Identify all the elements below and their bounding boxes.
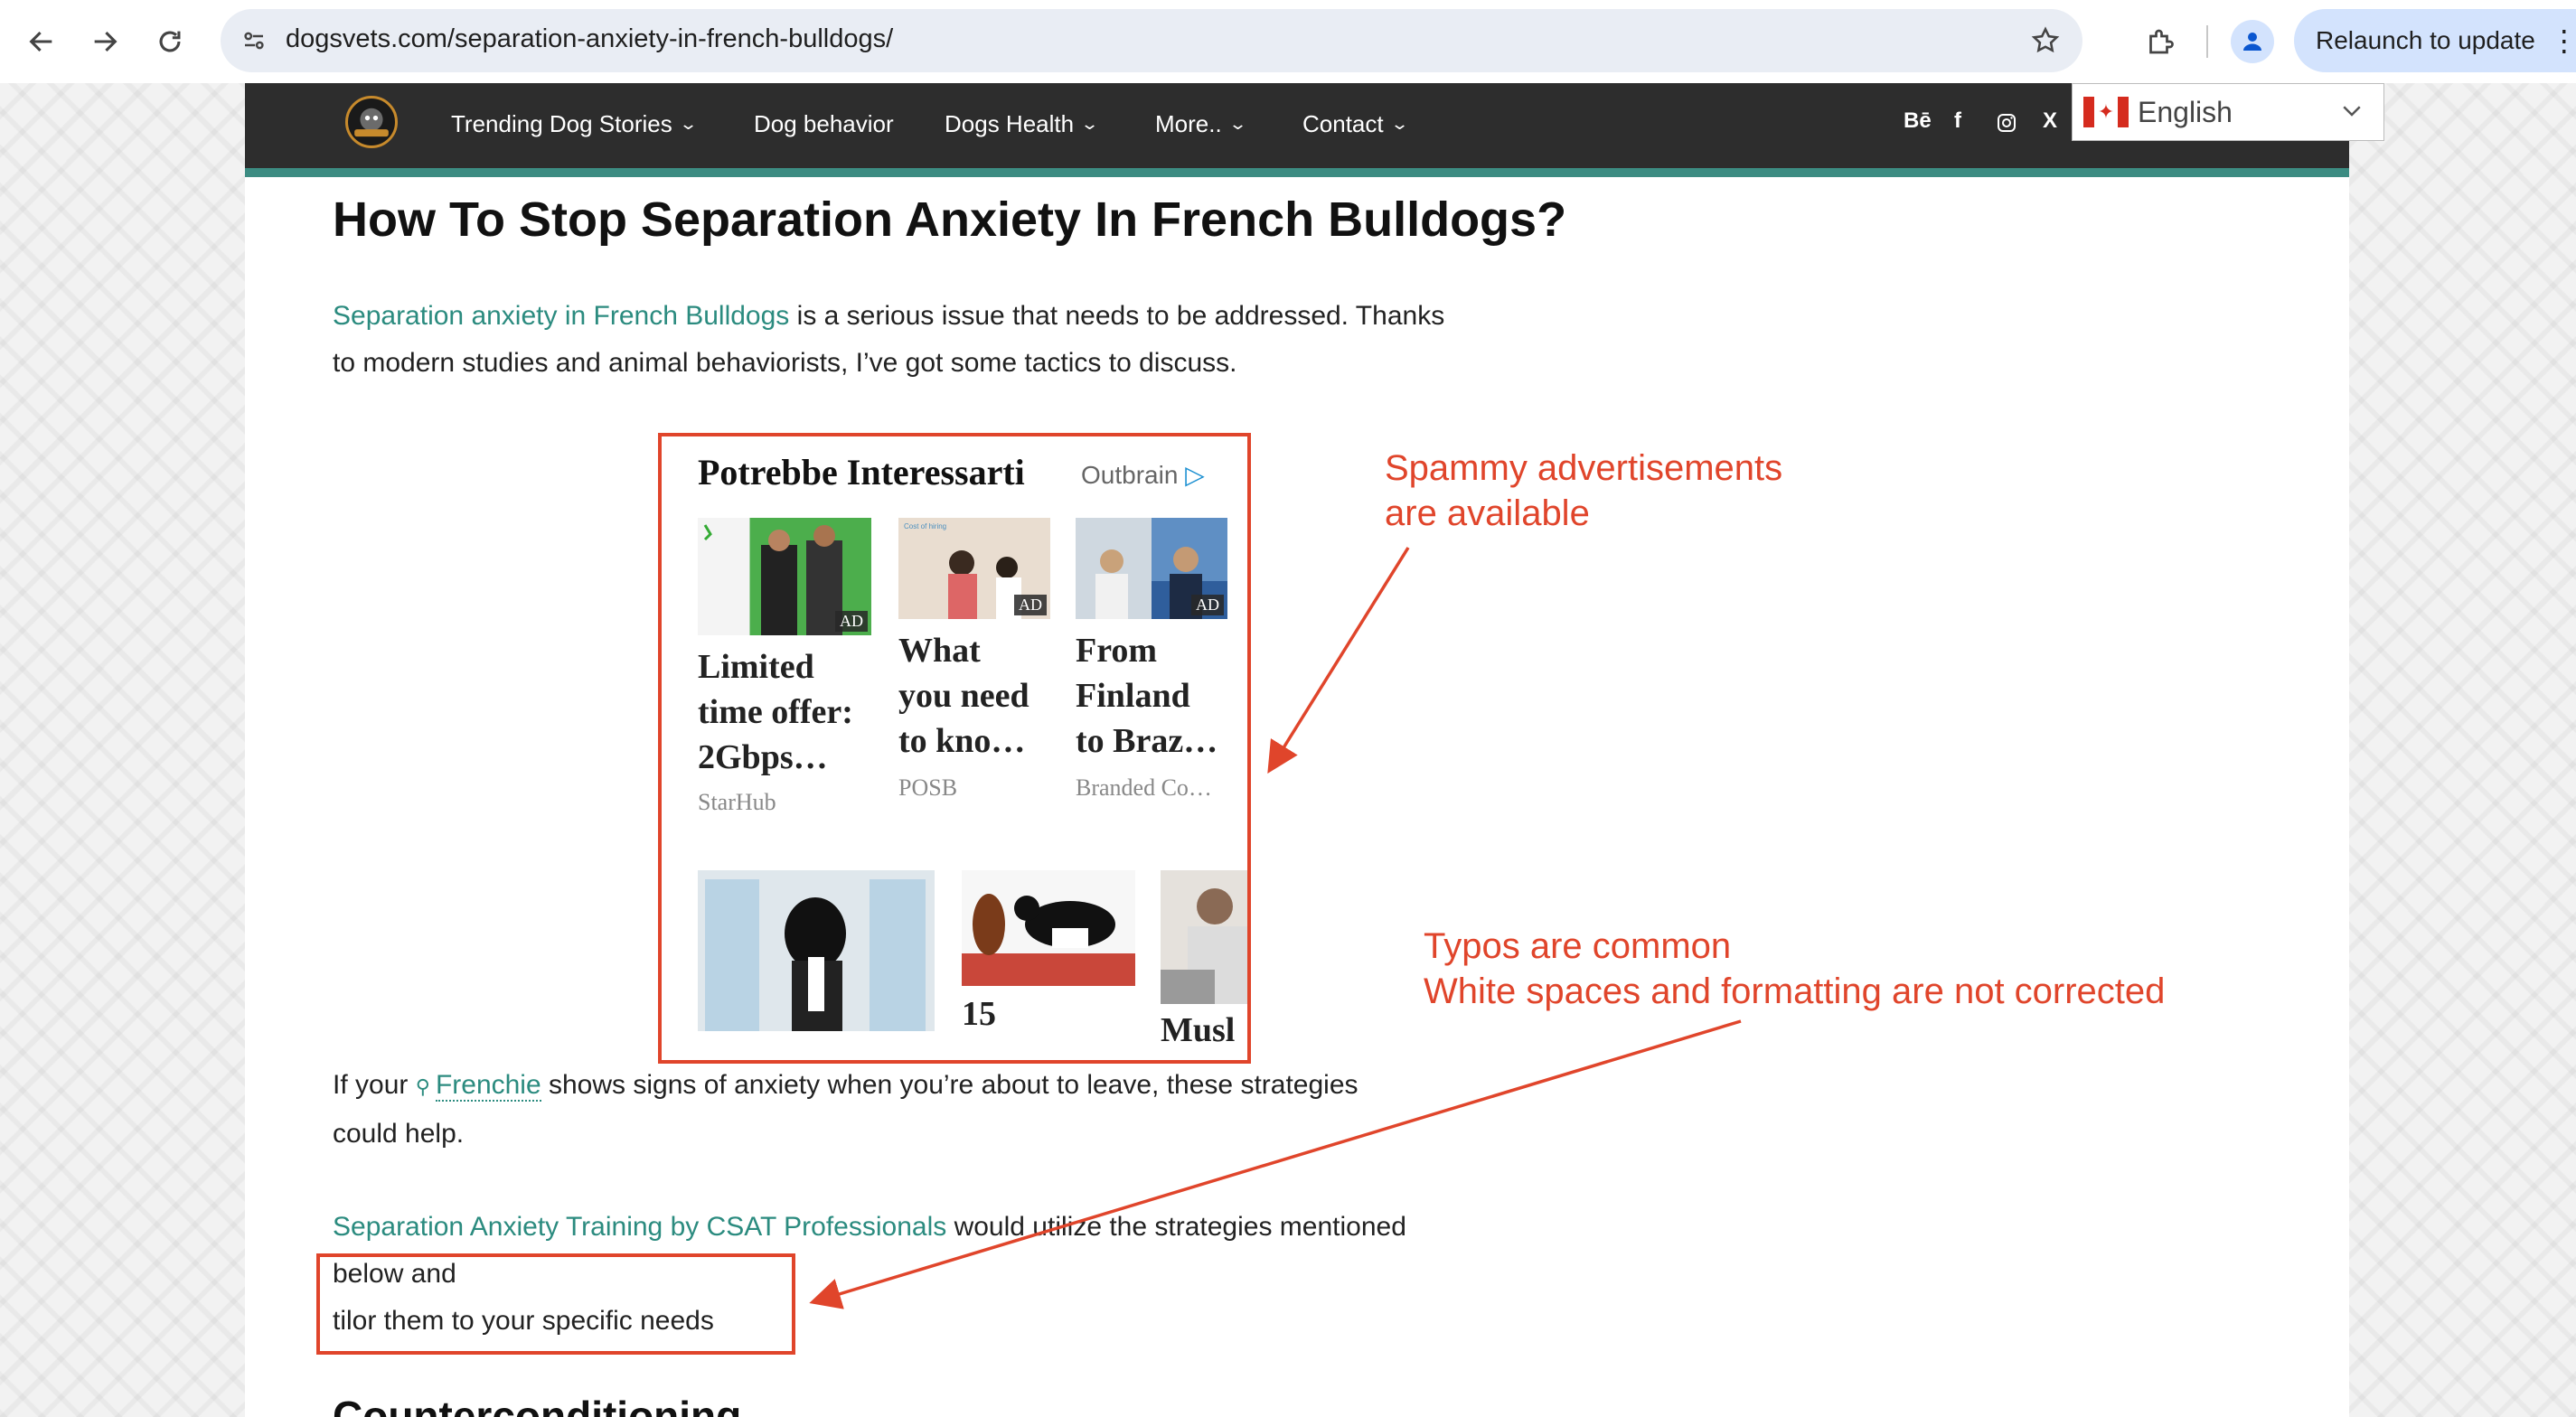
ad-badge: AD bbox=[835, 611, 868, 632]
site-info-icon[interactable] bbox=[233, 20, 275, 61]
nav-item-label: Dog behavior bbox=[754, 110, 894, 137]
ad-source: StarHub bbox=[698, 789, 776, 815]
paragraph-text: would utilize the strategies mentioned bbox=[946, 1212, 1406, 1242]
extensions-puzzle-icon[interactable] bbox=[2135, 16, 2186, 67]
chevron-down-icon: ⌄ bbox=[678, 115, 698, 133]
svg-text:Cost of hiring: Cost of hiring bbox=[904, 522, 946, 530]
ad-headline: Musl bbox=[1161, 1011, 1236, 1049]
forward-arrow-icon bbox=[94, 31, 118, 52]
ad-card[interactable] bbox=[698, 870, 935, 1031]
section-heading: Counterconditioning bbox=[333, 1393, 742, 1417]
nav-item-label: Dogs Health bbox=[945, 110, 1075, 137]
reload-icon bbox=[159, 31, 181, 52]
back-arrow-icon bbox=[29, 31, 52, 52]
nav-item-trending[interactable]: Trending Dog Stories ⌄ bbox=[451, 110, 698, 138]
ads-annotation: Spammy advertisements are available bbox=[1385, 448, 1783, 533]
intro-paragraph: Separation anxiety in French Bulldogs is… bbox=[333, 293, 1444, 387]
ad-thumbnail: Cost of hiring AD bbox=[898, 518, 1050, 619]
nav-item-contact[interactable]: Contact ⌄ bbox=[1302, 110, 1409, 138]
ad-thumbnail bbox=[1161, 870, 1247, 1004]
relaunch-button[interactable]: Relaunch to update ⋮ bbox=[2294, 9, 2576, 72]
nav-item-dog-behavior[interactable]: Dog behavior bbox=[754, 110, 894, 138]
chevron-down-icon bbox=[2343, 106, 2361, 117]
ad-source: Branded Co… bbox=[1076, 774, 1212, 801]
ad-widget-title: Potrebbe Interessarti bbox=[698, 452, 1025, 493]
outbrain-logo[interactable]: Outbrain ▷ bbox=[1081, 460, 1205, 490]
reload-button[interactable] bbox=[145, 16, 195, 67]
outbrain-ad-widget: Potrebbe Interessarti Outbrain ▷ AD Limi… bbox=[658, 433, 1251, 1064]
chevron-down-icon: ⌄ bbox=[1389, 115, 1409, 133]
ad-thumbnail: AD bbox=[698, 518, 871, 635]
search-link-icon: ⚲ bbox=[415, 1075, 436, 1098]
ad-badge: AD bbox=[1191, 595, 1224, 615]
ad-headline: From Finland to Braz… bbox=[1076, 632, 1218, 760]
instagram-icon[interactable] bbox=[1996, 112, 2017, 140]
chevron-down-icon: ⌄ bbox=[1227, 115, 1247, 133]
address-bar[interactable]: dogsvets.com/separation-anxiety-in-frenc… bbox=[221, 9, 2082, 72]
ad-headline: 15 bbox=[962, 995, 996, 1033]
back-button[interactable] bbox=[16, 16, 67, 67]
ad-headline: What you need to kno… bbox=[898, 632, 1029, 760]
forward-button[interactable] bbox=[80, 16, 130, 67]
ad-badge: AD bbox=[1014, 595, 1047, 615]
behance-icon[interactable]: Bē bbox=[1904, 108, 1932, 134]
site-logo[interactable] bbox=[345, 96, 398, 148]
csat-link[interactable]: Separation Anxiety Training by CSAT Prof… bbox=[333, 1212, 946, 1242]
language-label: English bbox=[2138, 95, 2233, 128]
typo-highlight-box bbox=[316, 1253, 795, 1355]
intro-text: is a serious issue that needs to be addr… bbox=[789, 301, 1445, 331]
frenchie-paragraph: If your ⚲ Frenchie shows signs of anxiet… bbox=[333, 1062, 1359, 1158]
chevron-down-icon: ⌄ bbox=[1080, 115, 1100, 133]
canada-flag-icon: ✦ bbox=[2083, 97, 2129, 127]
browser-toolbar: dogsvets.com/separation-anxiety-in-frenc… bbox=[0, 0, 2576, 83]
more-menu-icon[interactable]: ⋮ bbox=[2550, 26, 2576, 55]
paragraph-text: If your bbox=[333, 1070, 416, 1100]
nav-item-label: More.. bbox=[1155, 110, 1222, 137]
nav-item-dogs-health[interactable]: Dogs Health ⌄ bbox=[945, 110, 1100, 138]
nav-item-more[interactable]: More.. ⌄ bbox=[1155, 110, 1247, 138]
ad-source: POSB bbox=[898, 774, 958, 801]
ad-thumbnail bbox=[962, 870, 1135, 986]
toolbar-separator bbox=[2206, 25, 2208, 58]
profile-avatar-icon[interactable] bbox=[2231, 20, 2274, 63]
nav-accent-bar bbox=[245, 168, 2349, 177]
article-title: How To Stop Separation Anxiety In French… bbox=[333, 192, 1567, 247]
url-text: dogsvets.com/separation-anxiety-in-frenc… bbox=[286, 24, 894, 53]
nav-item-label: Trending Dog Stories bbox=[451, 110, 672, 137]
frenchie-link[interactable]: Frenchie bbox=[435, 1070, 541, 1102]
relaunch-label: Relaunch to update bbox=[2316, 26, 2535, 54]
nav-item-label: Contact bbox=[1302, 110, 1384, 137]
ad-headline: Limited time offer: 2Gbps… bbox=[698, 648, 853, 776]
intro-link[interactable]: Separation anxiety in French Bulldogs bbox=[333, 301, 789, 331]
paragraph-text: shows signs of anxiety when you’re about… bbox=[541, 1070, 1359, 1100]
facebook-icon[interactable]: f bbox=[1954, 108, 1961, 134]
x-twitter-icon[interactable]: X bbox=[2043, 108, 2057, 134]
paragraph-text-line-2: could help. bbox=[333, 1119, 465, 1149]
intro-text-line-2: to modern studies and animal behaviorist… bbox=[333, 348, 1237, 378]
typos-annotation: Typos are common White spaces and format… bbox=[1424, 926, 2166, 1011]
ad-thumbnail: AD bbox=[1076, 518, 1227, 619]
language-selector[interactable]: ✦ English bbox=[2072, 83, 2384, 141]
bookmark-star-icon[interactable] bbox=[2025, 20, 2066, 61]
